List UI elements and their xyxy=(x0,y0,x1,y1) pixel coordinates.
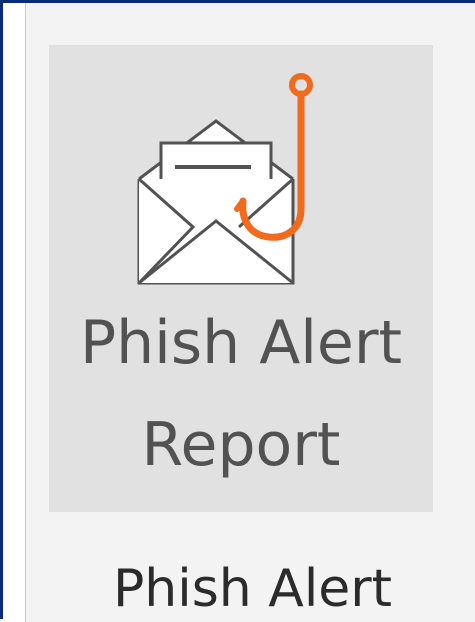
button-label-line1: Phish Alert xyxy=(79,308,403,378)
window-frame: Phish Alert Report Phish Alert xyxy=(0,0,475,622)
envelope-fishhook-icon xyxy=(131,69,321,289)
group-label: Phish Alert xyxy=(112,559,393,619)
button-label-line2: Report xyxy=(141,410,341,480)
ribbon-group-phish-alert: Phish Alert Report Phish Alert xyxy=(25,3,475,622)
phish-alert-report-button[interactable]: Phish Alert Report xyxy=(49,45,433,512)
